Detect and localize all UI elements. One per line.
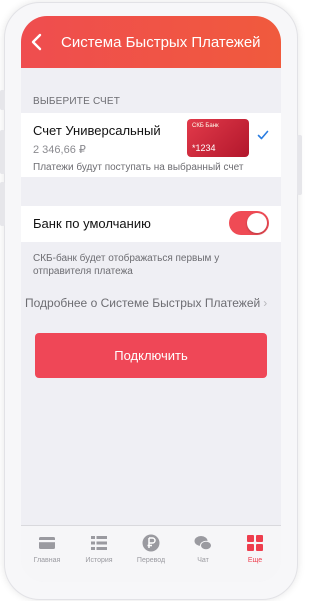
tab-label: Чат: [197, 557, 209, 564]
account-row[interactable]: Счет Универсальный 2 346,66 ₽ СКБ Банк *…: [21, 113, 281, 177]
tab-transfer[interactable]: Перевод: [125, 526, 177, 582]
card-number: *1234: [192, 143, 216, 153]
tab-chat[interactable]: Чат: [177, 526, 229, 582]
list-icon: [91, 536, 107, 550]
default-bank-label: Банк по умолчанию: [33, 216, 151, 231]
back-button[interactable]: [21, 16, 51, 68]
mute-switch: [0, 90, 5, 110]
card-thumbnail: СКБ Банк *1234: [187, 119, 249, 157]
chat-icon: [194, 536, 212, 551]
tab-label: История: [85, 557, 113, 564]
card-brand: СКБ Банк: [192, 123, 219, 129]
more-info-link[interactable]: Подробнее о Системе Быстрых Платежей ›: [25, 296, 267, 310]
more-info-label: Подробнее о Системе Быстрых Платежей: [25, 296, 261, 310]
power-button: [297, 135, 302, 195]
tab-label: Еще: [247, 557, 263, 564]
volume-down-button: [0, 182, 5, 226]
header: Система Быстрых Платежей: [21, 16, 281, 68]
default-bank-row: Банк по умолчанию: [21, 206, 281, 242]
account-balance: 2 346,66 ₽: [33, 144, 86, 156]
account-hint: Платежи будут поступать на выбранный сче…: [33, 162, 244, 173]
app-screen: Система Быстрых Платежей ВЫБЕРИТЕ СЧЕТ С…: [21, 16, 281, 582]
account-name: Счет Универсальный: [33, 123, 161, 138]
chevron-right-icon: ›: [263, 296, 268, 310]
grid-icon: [247, 535, 263, 551]
tab-more[interactable]: Еще: [229, 526, 281, 582]
tab-home[interactable]: Главная: [21, 526, 73, 582]
checkmark-icon: [257, 130, 269, 140]
tab-history[interactable]: История: [73, 526, 125, 582]
toggle-knob: [247, 213, 267, 233]
account-section-label: ВЫБЕРИТЕ СЧЕТ: [33, 96, 121, 107]
tab-label: Главная: [33, 557, 61, 564]
tab-label: Перевод: [136, 557, 166, 564]
default-bank-toggle[interactable]: [229, 211, 269, 235]
connect-button[interactable]: Подключить: [35, 333, 267, 378]
page-title: Система Быстрых Платежей: [61, 33, 261, 51]
chevron-left-icon: [31, 33, 42, 51]
tab-bar: Главная История Перевод Чат Еще: [21, 525, 281, 582]
card-icon: [39, 537, 55, 549]
default-bank-hint: СКБ-банк будет отображаться первым у отп…: [33, 253, 220, 277]
ruble-icon: [142, 534, 160, 552]
volume-up-button: [0, 130, 5, 174]
